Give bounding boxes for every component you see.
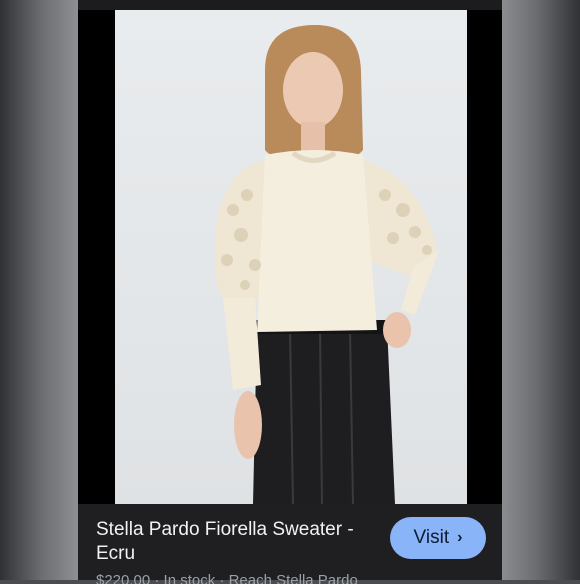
blurred-background-right <box>502 0 580 580</box>
chevron-right-icon: › <box>457 529 463 546</box>
product-image[interactable] <box>115 10 467 504</box>
blurred-background-left <box>0 0 78 580</box>
screen: Stella Pardo Fiorella Sweater - Ecru Vis… <box>78 0 502 584</box>
visit-button-label: Visit <box>413 527 450 548</box>
price-stock-line: $220.00 · In stock · Reach Stella Pardo <box>96 572 358 584</box>
visit-button[interactable]: Visit › <box>390 517 486 559</box>
product-card: Stella Pardo Fiorella Sweater - Ecru Vis… <box>78 504 502 584</box>
product-title[interactable]: Stella Pardo Fiorella Sweater - Ecru <box>96 518 366 566</box>
model-illustration <box>214 25 439 504</box>
status-bar <box>78 0 502 10</box>
